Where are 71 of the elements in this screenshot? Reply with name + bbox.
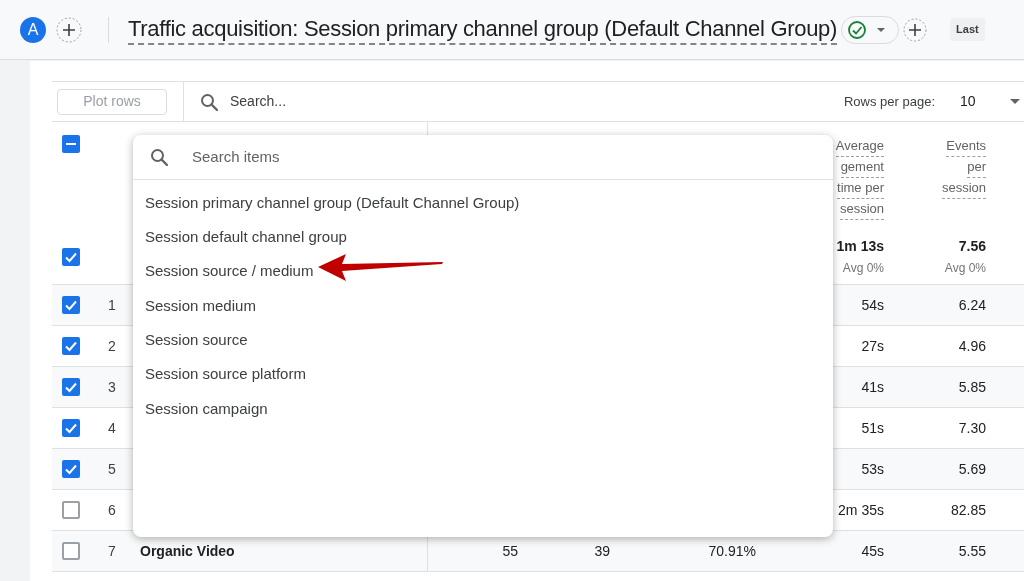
table-cell-text: 7.30	[958, 418, 987, 438]
column-header[interactable]: Events	[946, 136, 986, 157]
column-header[interactable]: time per	[837, 178, 884, 199]
caret-icon	[1010, 99, 1020, 104]
dropdown-item[interactable]: Session source platform	[145, 363, 306, 386]
check-icon	[64, 339, 78, 353]
table-cell-text: 27s	[861, 336, 885, 356]
table-cell-text: 4.96	[958, 336, 987, 356]
checkbox[interactable]	[62, 419, 80, 437]
date-range-chip[interactable]: Last	[950, 18, 985, 41]
add-icon[interactable]	[56, 16, 82, 43]
checkbox[interactable]	[62, 135, 80, 153]
column-header[interactable]: per	[967, 157, 986, 178]
checkbox[interactable]	[62, 460, 80, 478]
table-cell-text: 55	[502, 541, 519, 561]
row-number: 1	[108, 295, 117, 315]
table-cell-text: 82.85	[950, 500, 987, 520]
row-number: 7	[108, 541, 117, 561]
search-icon	[150, 148, 168, 166]
row-number: 3	[108, 377, 117, 397]
check-icon	[64, 298, 78, 312]
dropdown-item[interactable]: Session campaign	[145, 397, 268, 421]
row-number: 6	[108, 500, 117, 520]
row-number: 4	[108, 418, 117, 438]
check-icon	[64, 462, 78, 476]
checkbox[interactable]	[62, 248, 80, 266]
avatar[interactable]: A	[20, 16, 46, 43]
dropdown-item[interactable]: Session source	[145, 329, 248, 352]
table-cell-text: 41s	[861, 377, 885, 397]
rows-per-page-dropdown[interactable]: 10	[960, 88, 1024, 115]
total-value: 1m 13s	[836, 237, 884, 256]
total-value: 7.56	[958, 237, 986, 256]
table-cell-text: Organic Video	[139, 541, 235, 561]
caret-icon	[877, 27, 886, 32]
table-cell-text: 5.69	[958, 459, 987, 479]
report-title[interactable]: Traffic acquisition: Session primary channel group (Default Channel Group)	[128, 14, 838, 45]
row-number: 5	[108, 459, 117, 479]
dropdown-item[interactable]: Session source / medium	[145, 260, 314, 283]
column-header[interactable]: Average	[835, 136, 884, 157]
column-header[interactable]: session	[839, 199, 884, 220]
table-cell-text: 5.55	[958, 541, 987, 561]
table-cell-text: 39	[594, 541, 611, 561]
table-cell-text: 6.24	[958, 295, 987, 315]
add-icon[interactable]	[903, 17, 928, 42]
checkbox[interactable]	[62, 378, 80, 396]
table-cell-text: 5.85	[958, 377, 987, 397]
column-header[interactable]: gement	[840, 157, 884, 178]
column-header[interactable]: session	[941, 178, 986, 199]
checkbox[interactable]	[62, 337, 80, 355]
check-icon	[64, 250, 78, 264]
search-field[interactable]: Search...	[230, 91, 530, 112]
dropdown-item[interactable]: Session medium	[145, 294, 256, 318]
checkbox[interactable]	[62, 501, 80, 519]
checkbox[interactable]	[62, 296, 80, 314]
rows-per-page-label: Rows per page:	[843, 92, 935, 111]
table-cell-text: 51s	[861, 418, 885, 438]
table-cell-text: 54s	[861, 295, 885, 315]
table-cell-text: 70.91%	[708, 541, 757, 561]
dropdown-item[interactable]: Session default channel group	[145, 226, 347, 249]
total-note: Avg 0%	[944, 260, 986, 277]
total-note: Avg 0%	[842, 260, 884, 277]
checkbox[interactable]	[62, 542, 80, 560]
table-cell-text: 45s	[861, 541, 885, 561]
table-cell-text: 2m 35s	[838, 500, 885, 520]
check-icon	[64, 380, 78, 394]
search-icon	[200, 92, 218, 111]
check-icon	[64, 421, 78, 435]
row-number: 2	[108, 336, 117, 356]
search-field[interactable]: Search items	[192, 145, 592, 169]
table-cell-text: 53s	[861, 459, 885, 479]
dropdown-item[interactable]: Session primary channel group (Default Channel Group)	[145, 191, 520, 215]
